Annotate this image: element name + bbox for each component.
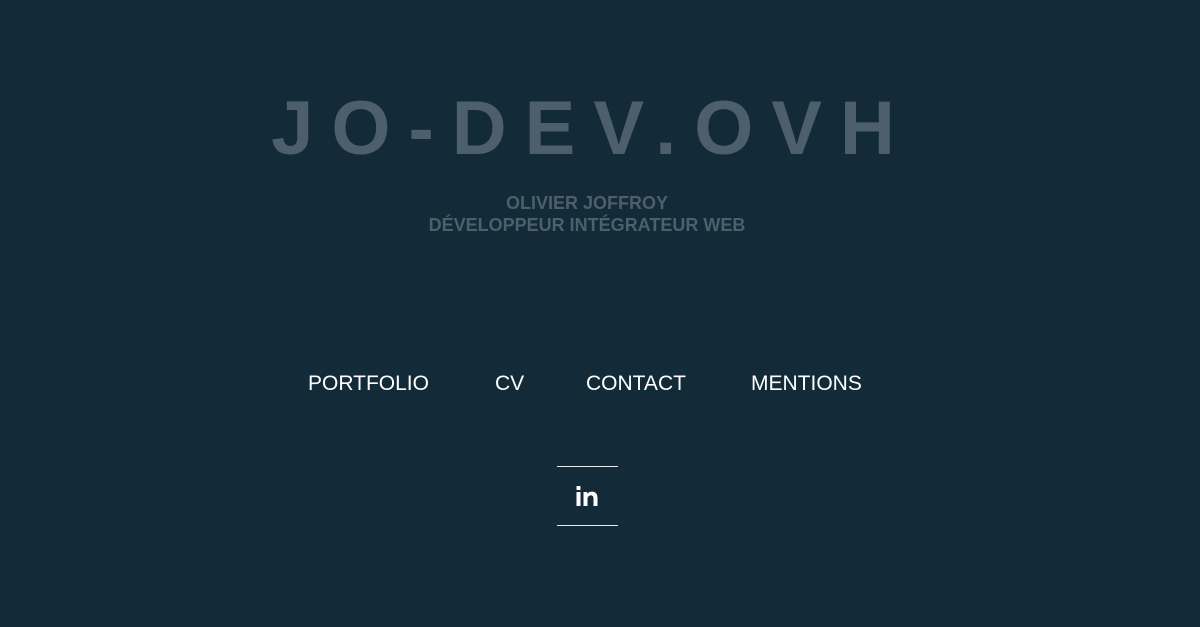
nav-link-contact[interactable]: CONTACT xyxy=(586,371,686,397)
author-role: DÉVELOPPEUR INTÉGRATEUR WEB xyxy=(428,215,746,235)
nav-link-mentions[interactable]: MENTIONS xyxy=(751,371,862,397)
author-name: OLIVIER JOFFROY xyxy=(505,193,669,213)
nav-link-cv[interactable]: CV xyxy=(495,371,524,397)
site-title: JO-DEV.OVH xyxy=(271,86,913,171)
nav-link-portfolio[interactable]: PORTFOLIO xyxy=(308,371,429,397)
linkedin-icon xyxy=(576,486,598,506)
linkedin-link[interactable] xyxy=(557,466,618,526)
main-nav: PORTFOLIO CV CONTACT MENTIONS xyxy=(0,371,1200,399)
